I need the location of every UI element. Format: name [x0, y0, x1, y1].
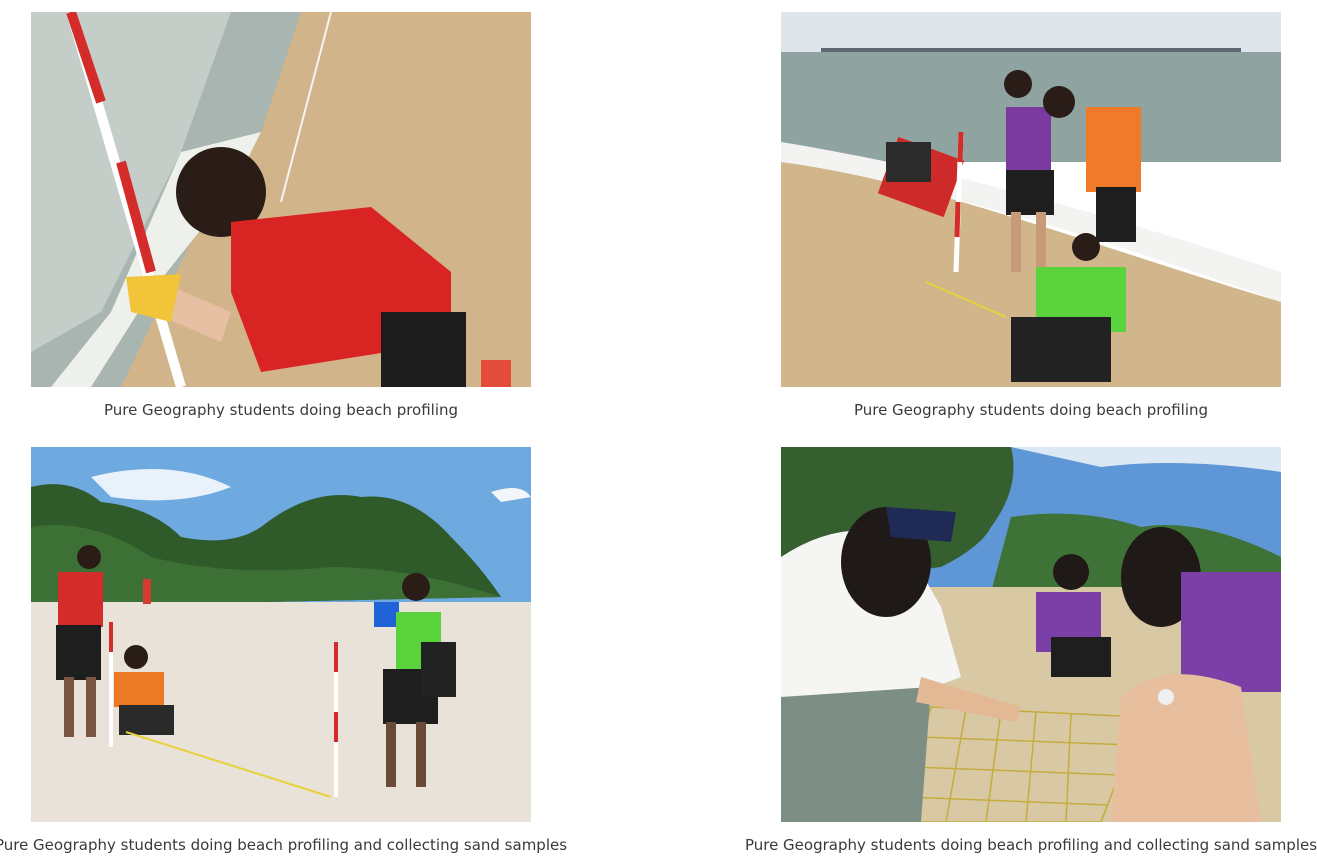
gallery-photo-1[interactable]	[31, 12, 531, 387]
beach-profiling-photo	[31, 12, 531, 387]
sand-sampling-photo	[781, 447, 1281, 822]
photo-caption-3: Pure Geography students doing beach prof…	[0, 836, 568, 854]
gallery-photo-2[interactable]	[781, 12, 1281, 387]
photo-caption-1: Pure Geography students doing beach prof…	[103, 401, 459, 419]
beach-profiling-photo	[781, 12, 1281, 387]
photo-caption-2: Pure Geography students doing beach prof…	[853, 401, 1209, 419]
gallery-photo-3[interactable]	[31, 447, 531, 822]
gallery-photo-4[interactable]	[781, 447, 1281, 822]
photo-caption-4: Pure Geography students doing beach prof…	[744, 836, 1317, 854]
beach-profiling-photo	[31, 447, 531, 822]
